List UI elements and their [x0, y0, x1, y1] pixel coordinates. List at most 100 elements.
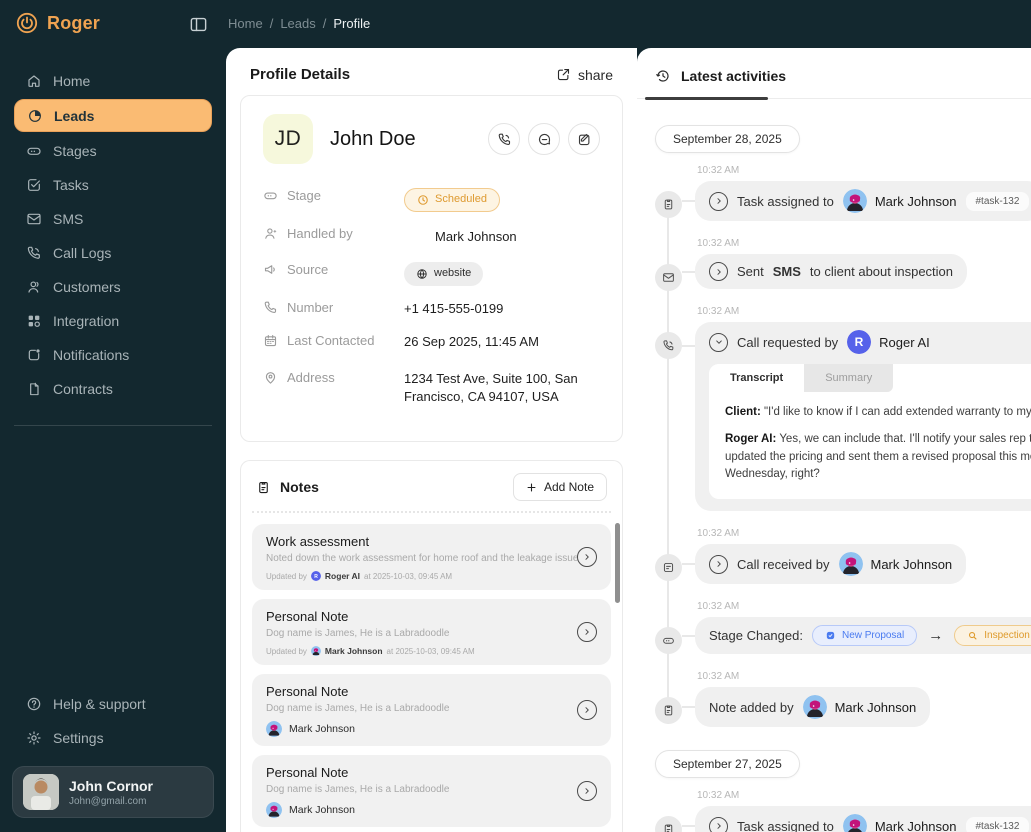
- note-body: Noted down the work assessment for home …: [266, 553, 579, 565]
- note-body: Dog name is James, He is a Labradoodle: [266, 784, 450, 796]
- tab-transcript[interactable]: Transcript: [709, 364, 805, 392]
- breadcrumb-home[interactable]: Home: [228, 16, 263, 31]
- message-button[interactable]: [528, 123, 560, 155]
- chevron-right-icon[interactable]: [577, 547, 597, 568]
- sidebar-item-notifications[interactable]: Notifications: [14, 339, 212, 370]
- breadcrumb-leads[interactable]: Leads: [280, 16, 315, 31]
- sidebar-item-tasks[interactable]: Tasks: [14, 169, 212, 200]
- sidebar-item-home[interactable]: Home: [14, 65, 212, 96]
- sms-icon: [26, 211, 42, 227]
- user-avatar: [23, 774, 59, 810]
- edit-button[interactable]: [568, 123, 600, 155]
- notes-icon: [256, 480, 271, 495]
- sidebar-item-contracts[interactable]: Contracts: [14, 373, 212, 404]
- call-button[interactable]: [488, 123, 520, 155]
- activities-panel: Latest activities September 28, 2025 10:3…: [637, 48, 1031, 832]
- activity-card-head: Call requested by R Roger AI: [709, 330, 1031, 354]
- stage-badge[interactable]: Scheduled: [404, 188, 500, 212]
- chevron-right-icon[interactable]: [709, 262, 728, 281]
- handled-by-label: Handled by: [287, 225, 353, 241]
- activity-card[interactable]: Sent SMS to client about inspection: [681, 254, 968, 289]
- notes-list: Work assessment Noted down the work asses…: [252, 511, 611, 832]
- sidebar-item-stages[interactable]: Stages: [14, 135, 212, 166]
- person-icon: [263, 226, 278, 241]
- tab-summary[interactable]: Summary: [804, 364, 894, 392]
- chevron-right-icon[interactable]: [577, 781, 597, 802]
- page-title: Profile Details: [250, 66, 351, 83]
- activity-user[interactable]: Mark Johnson: [842, 814, 957, 832]
- activity-card[interactable]: Call received by Mark Johnson: [681, 544, 967, 584]
- user-name-label: Mark Johnson: [874, 193, 957, 209]
- share-button[interactable]: share: [556, 67, 613, 83]
- note-list-item[interactable]: Work assessment Noted down the work asses…: [252, 524, 611, 591]
- sidebar-toggle-icon[interactable]: [189, 15, 208, 34]
- source-label: Source: [287, 261, 329, 277]
- activity-text: Call requested by: [737, 334, 839, 350]
- globe-icon: [416, 268, 428, 280]
- note-list-item[interactable]: Personal Note Dog name is James, He is a …: [252, 674, 611, 747]
- note-author-row: Mark Johnson: [266, 802, 597, 819]
- chevron-right-icon[interactable]: [577, 622, 597, 643]
- arrow-right-icon: →: [928, 627, 944, 644]
- sidebar-item-label: SMS: [53, 210, 84, 227]
- chevron-right-icon[interactable]: [709, 554, 728, 574]
- activity-card[interactable]: Call requested by R Roger AI Transcript Summ…: [682, 322, 1031, 511]
- lead-initials-avatar: JD: [263, 114, 313, 164]
- chevron-right-icon[interactable]: [709, 191, 728, 211]
- transcript-tabs: Transcript Summary: [709, 364, 1031, 392]
- activity-card[interactable]: Note added by Mark Johnson: [681, 687, 931, 727]
- home-icon: [26, 73, 42, 89]
- stage-badge-label: New Proposal: [841, 630, 905, 641]
- add-note-button[interactable]: Add Note: [512, 473, 607, 502]
- user-card[interactable]: John Cornor John@gmail.com: [12, 766, 214, 818]
- stage-icon: [655, 627, 682, 654]
- calendar-icon: [263, 333, 278, 348]
- mark-johnson-avatar: [266, 721, 282, 738]
- note-body: Dog name is James, He is a Labradoodle: [266, 628, 450, 640]
- transcript-line: updated the pricing and sent them a revi…: [725, 449, 1031, 466]
- sidebar-item-integration[interactable]: Integration: [14, 305, 212, 336]
- stage-badge-label: Inspection Scheduled: [984, 630, 1031, 641]
- activity-user[interactable]: Mark Johnson: [802, 695, 916, 719]
- search-icon: [967, 630, 978, 641]
- activity-item: 10:32 AM Task assigned to Mark Johnson #tas…: [655, 165, 1031, 221]
- transcript-speaker: Roger AI:: [725, 433, 777, 446]
- activity-ai-user[interactable]: R Roger AI: [847, 330, 930, 354]
- address-value: 1234 Test Ave, Suite 100, San Francisco,…: [404, 370, 578, 405]
- chevron-right-icon[interactable]: [709, 816, 728, 832]
- note-list-item[interactable]: Personal Note Dog name is James, He is a …: [252, 599, 611, 666]
- chevron-down-icon[interactable]: [709, 332, 728, 352]
- mark-johnson-avatar: [310, 646, 321, 657]
- sidebar-item-settings[interactable]: Settings: [14, 722, 212, 753]
- transcript-text: updated the pricing and sent them a revi…: [725, 450, 1031, 463]
- notes-scrollbar[interactable]: [615, 523, 620, 604]
- activity-user[interactable]: Mark Johnson: [842, 189, 957, 213]
- contracts-icon: [26, 381, 42, 397]
- activity-card[interactable]: Stage Changed: New Proposal → Inspection Sc…: [682, 617, 1031, 654]
- activity-user[interactable]: Mark Johnson: [838, 552, 952, 576]
- chevron-right-icon[interactable]: [577, 700, 597, 721]
- leads-icon: [27, 108, 43, 124]
- breadcrumb-separator: /: [269, 16, 274, 31]
- sidebar-item-label: Leads: [54, 107, 95, 124]
- activity-card[interactable]: Task assigned to Mark Johnson #task-132: [681, 181, 1031, 221]
- settings-icon: [26, 730, 42, 746]
- activity-card[interactable]: Task assigned toMark Johnson#task-13210:…: [682, 806, 1031, 832]
- note-title: Work assessment: [266, 534, 370, 550]
- sidebar-item-call-logs[interactable]: Call Logs: [14, 237, 212, 268]
- activity-text-bold: SMS: [772, 264, 801, 279]
- app-name: Roger: [47, 12, 101, 33]
- activity-item: 10:32 AM Sent SMS to client about inspectio…: [655, 238, 1031, 291]
- activity-item: 10:32 AM Call requested by R Roger AI Transc…: [655, 306, 1031, 511]
- sidebar-item-sms[interactable]: SMS: [14, 203, 212, 234]
- stage-icon: [263, 188, 278, 203]
- breadcrumb-profile: Profile: [333, 16, 371, 31]
- source-badge[interactable]: website: [404, 261, 484, 286]
- sidebar-item-leads[interactable]: Leads: [14, 99, 212, 132]
- sidebar-item-help[interactable]: Help & support: [14, 688, 212, 719]
- note-list-item[interactable]: Personal Note Dog name is James, He is a …: [252, 755, 611, 828]
- sidebar-item-label: Notifications: [53, 346, 130, 363]
- mark-johnson-avatar: [404, 226, 426, 248]
- sidebar-item-customers[interactable]: Customers: [14, 271, 212, 302]
- handled-by-user[interactable]: Mark Johnson: [404, 226, 517, 248]
